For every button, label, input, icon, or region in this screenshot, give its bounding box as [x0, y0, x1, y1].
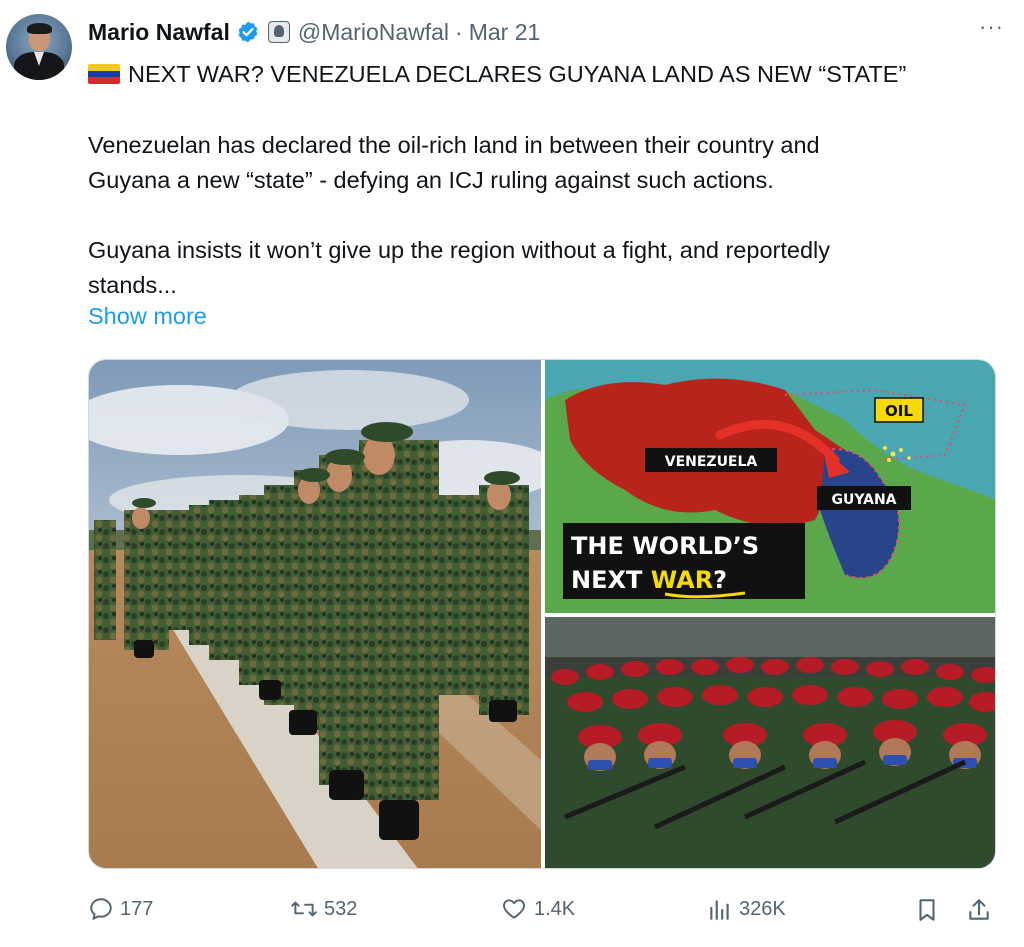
repost-button[interactable]: 532 — [290, 896, 357, 922]
tweet-text-line-3: Guyana a new “state” - defying an ICJ ru… — [88, 167, 774, 193]
tweet-header: Mario Nawfal @MarioNawfal · Mar 21 — [88, 16, 540, 48]
soldiers-photo[interactable] — [89, 360, 541, 869]
more-icon[interactable]: ··· — [979, 14, 1004, 40]
headline-line-2: NEXT WAR? — [571, 566, 727, 594]
headline-line-1: THE WORLD’S — [571, 532, 759, 560]
affiliate-badge-icon — [267, 21, 290, 43]
repost-count: 532 — [324, 897, 358, 920]
author-handle[interactable]: @MarioNawfal — [298, 19, 449, 46]
tweet-date[interactable]: Mar 21 — [469, 19, 541, 46]
venezuela-label: VENEZUELA — [665, 454, 758, 470]
reply-button[interactable]: 177 — [88, 896, 153, 922]
tweet-text-line-2: Venezuelan has declared the oil-rich lan… — [88, 132, 820, 158]
tweet-text-line-4: Guyana insists it won’t give up the regi… — [88, 237, 830, 263]
media-grid: OIL VENEZUELA GUYANA THE WORLD’S NEXT WA… — [88, 359, 996, 869]
tweet-text-line-5: stands... — [88, 272, 177, 298]
venezuela-flag-icon — [88, 64, 120, 84]
tweet-text-line-1: NEXT WAR? VENEZUELA DECLARES GUYANA LAND… — [128, 61, 907, 87]
views-count: 326K — [739, 897, 786, 920]
author-name[interactable]: Mario Nawfal — [88, 19, 230, 46]
share-icon — [969, 899, 989, 920]
like-count: 1.4K — [534, 897, 576, 920]
guyana-label: GUYANA — [831, 492, 896, 508]
like-button[interactable]: 1.4K — [500, 896, 575, 922]
views-icon — [710, 900, 729, 920]
venezuela-guyana-map[interactable]: OIL VENEZUELA GUYANA THE WORLD’S NEXT WA… — [545, 360, 996, 613]
bookmark-icon — [919, 899, 935, 921]
avatar-hair — [27, 23, 52, 34]
views-button[interactable]: 326K — [707, 896, 786, 922]
repost-icon — [291, 901, 317, 917]
tweet-headline: NEXT WAR? VENEZUELA DECLARES GUYANA LAND… — [88, 57, 906, 91]
like-icon — [503, 899, 525, 919]
share-button[interactable] — [966, 896, 992, 929]
oil-label: OIL — [885, 402, 913, 420]
avatar[interactable] — [6, 14, 72, 80]
reply-count: 177 — [120, 897, 154, 920]
reply-icon — [90, 898, 112, 920]
verified-badge-icon — [238, 21, 258, 43]
show-more-link[interactable]: Show more — [88, 303, 207, 330]
separator-dot: · — [455, 18, 463, 45]
parade-photo[interactable] — [545, 617, 996, 869]
bookmark-button[interactable] — [914, 896, 940, 929]
